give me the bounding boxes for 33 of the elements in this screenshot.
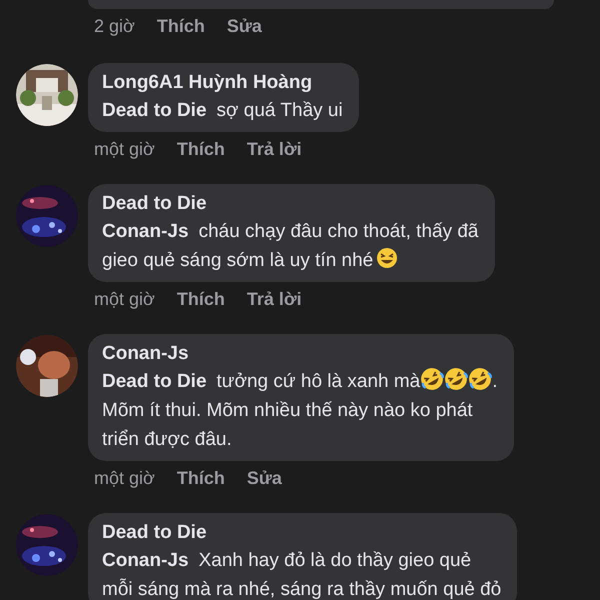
author-name: Dead to Die	[102, 521, 208, 545]
comment-text: Mõm ít thui. Mõm nhiều thế này nào ko phát	[102, 400, 473, 421]
mention-link[interactable]: Conan-Js	[102, 221, 189, 242]
comment-text: triển được đâu.	[102, 429, 232, 450]
author-name: Long6A1 Huỳnh Hoàng	[102, 71, 314, 95]
mention-link[interactable]: Dead to Die	[102, 100, 207, 121]
comment-text: cháu chạy đâu cho thoát, thấy đã	[198, 221, 479, 242]
mention-link[interactable]: Conan-Js	[102, 550, 189, 571]
author-name: Dead to Die	[102, 192, 208, 216]
action-link[interactable]: Trả lời	[246, 288, 302, 310]
rolling-laughing-icon	[468, 367, 492, 391]
comment-time: một giờ	[94, 288, 155, 310]
comment-text: .	[492, 371, 498, 392]
comment-time: một giờ	[94, 467, 155, 489]
action-link[interactable]: Sửa	[246, 467, 282, 489]
comment-time: một giờ	[94, 138, 155, 160]
comment-text: gieo quẻ sáng sớm là uy tín nhé	[102, 250, 374, 271]
laughing-face-icon	[376, 247, 398, 269]
action-link[interactable]: Trả lời	[246, 138, 302, 160]
mention-link[interactable]: Dead to Die	[102, 371, 207, 392]
action-link[interactable]: Sửa	[226, 15, 262, 37]
like-link[interactable]: Thích	[176, 288, 225, 310]
comment-text: mỗi sáng mà ra nhé, sáng ra thầy muốn quẻ đỏ	[102, 579, 502, 600]
like-link[interactable]: Thích	[156, 15, 205, 37]
comment-text: tưởng cứ hô là xanh mà	[216, 371, 420, 392]
author-name: Conan-Js	[102, 342, 190, 366]
comment-time: 2 giờ	[94, 15, 135, 37]
like-link[interactable]: Thích	[176, 467, 225, 489]
rolling-laughing-icon	[420, 367, 444, 391]
rolling-laughing-icon	[444, 367, 468, 391]
comment-text: sợ quá Thầy ui	[216, 100, 343, 121]
comment-text: Xanh hay đỏ là do thầy gieo quẻ	[198, 550, 472, 571]
like-link[interactable]: Thích	[176, 138, 225, 160]
